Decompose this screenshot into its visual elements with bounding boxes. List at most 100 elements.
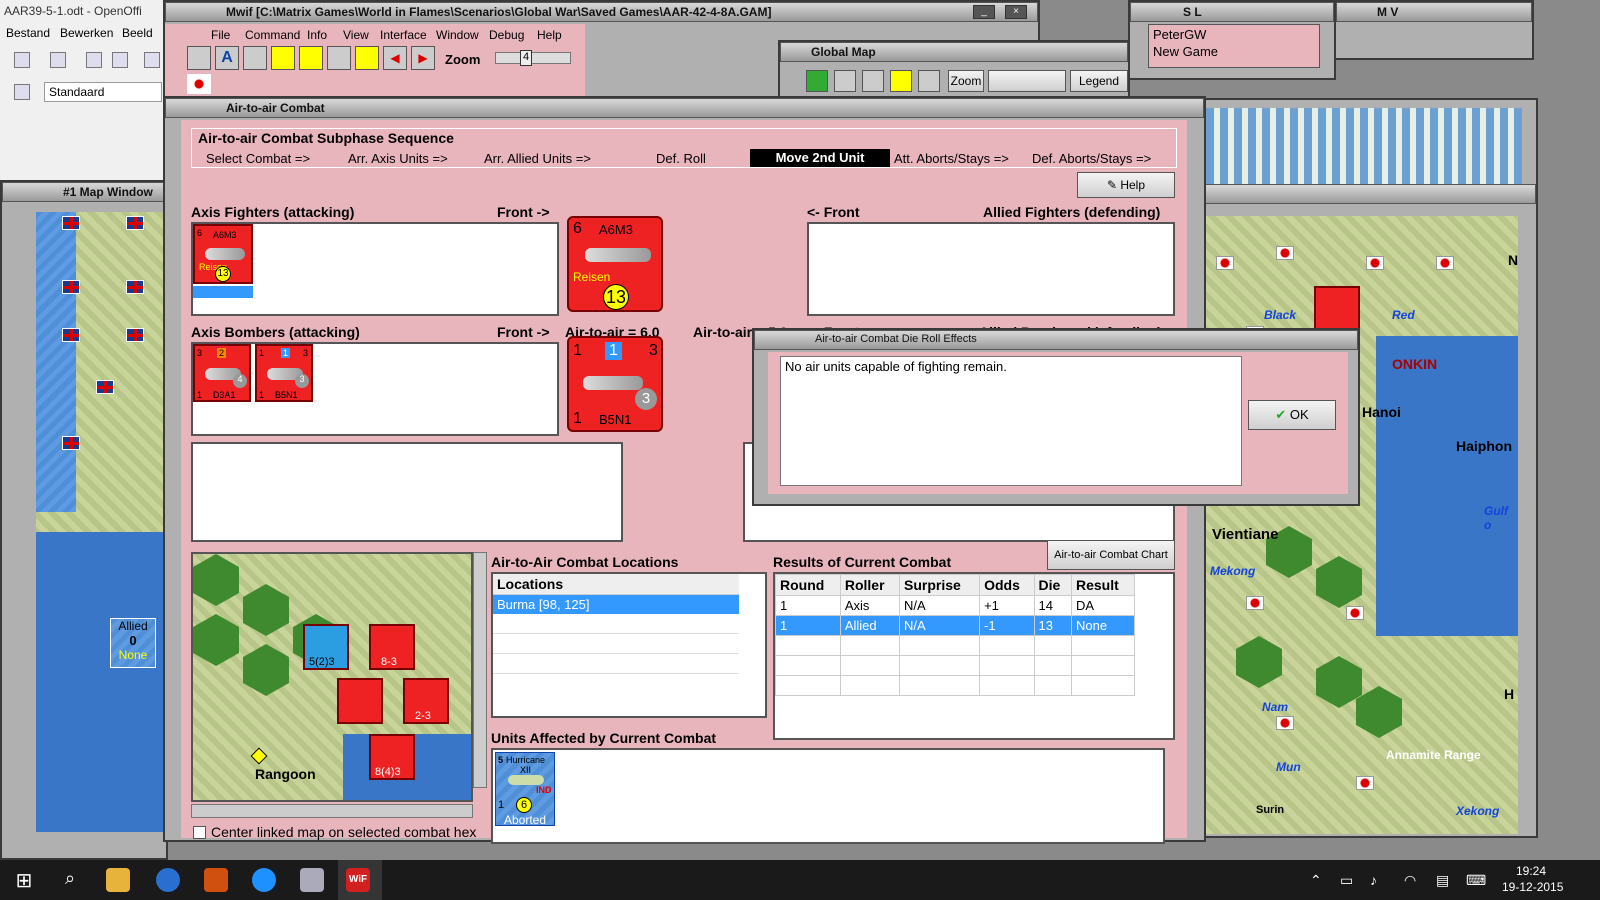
hex-icon[interactable] [243, 46, 267, 70]
clock-date[interactable]: 19-12-2015 [1502, 880, 1563, 894]
browser-icon[interactable] [156, 868, 180, 892]
unit-b5n1-small[interactable]: 1 1 3 3 1 B5N1 [255, 344, 313, 402]
allied-counter[interactable]: Allied 0 None [110, 618, 156, 668]
locations-list[interactable]: Locations Burma [98, 125] [491, 572, 767, 718]
flag-icon-2[interactable] [862, 70, 884, 92]
legend-button[interactable]: Legend [1070, 70, 1128, 92]
notification-icon[interactable]: ▤ [1436, 872, 1449, 889]
mini-map-vscroll[interactable] [473, 552, 487, 788]
results-table: Round Roller Surprise Odds Die Result 1 … [775, 574, 1136, 696]
windows-start-icon[interactable]: ⊞ [12, 868, 36, 892]
unit-a6m3-large[interactable]: 6 A6M3 Reisen 13 [567, 216, 663, 312]
star-icon[interactable] [327, 46, 351, 70]
combat-mini-map[interactable]: 5(2)3 8-3 2-3 8(4)3 Rangoon [191, 552, 473, 802]
location-row[interactable]: Burma [98, 125] [493, 595, 739, 614]
menu-beeld[interactable]: Beeld [122, 26, 153, 40]
unit-b5n1-large[interactable]: 1 1 3 3 1 B5N1 [567, 336, 663, 432]
zoom-slider[interactable]: 4 [495, 50, 571, 66]
tray-chevron-icon[interactable]: ⌃ [1310, 872, 1322, 889]
right-map[interactable]: Black Red ONKIN Hanoi Haiphon Gulf o Vie… [1206, 216, 1518, 834]
unit-range: 3 [295, 374, 309, 388]
battery-icon[interactable]: ▭ [1340, 872, 1353, 889]
search-icon[interactable]: ⌕ [58, 868, 82, 892]
fighter-selection-bar [193, 286, 253, 298]
keyboard-icon[interactable]: ⌨ [1466, 872, 1486, 889]
menu-view[interactable]: View [343, 28, 369, 42]
map-unit-japan-army[interactable]: 8(4)3 [369, 734, 415, 780]
file-explorer-icon[interactable] [106, 868, 130, 892]
unit-strength: 5(2)3 [309, 656, 335, 668]
menu-window[interactable]: Window [436, 28, 479, 42]
wifi-icon[interactable]: ◠ [1404, 872, 1416, 889]
menu-file[interactable]: File [211, 28, 230, 42]
menu-bestand[interactable]: Bestand [6, 26, 50, 40]
help-button[interactable]: ✎ Help [1077, 172, 1175, 198]
unit-strength: 8(4)3 [375, 766, 401, 778]
close-button[interactable]: × [1005, 5, 1027, 19]
menu-interface[interactable]: Interface [380, 28, 427, 42]
map-unit-a6m3[interactable] [337, 678, 383, 724]
axis-fighters-box[interactable]: 6 A6M3 Reisen 13 [191, 222, 559, 316]
axis-bombers-box[interactable]: 3 2 4 1 D3A1 1 1 3 3 1 B5N1 [191, 342, 559, 436]
unit-range: 13 [215, 266, 231, 282]
allied-fighters-box[interactable] [807, 222, 1175, 316]
menu-info[interactable]: Info [307, 28, 327, 42]
hex-jungle [1316, 556, 1362, 608]
combat-chart-button[interactable]: Air-to-air Combat Chart [1047, 540, 1175, 570]
help-icon: ✎ [1106, 178, 1121, 192]
menu-debug[interactable]: Debug [489, 28, 524, 42]
arrow-left-icon[interactable]: ◀ [383, 46, 407, 70]
label-h: H [1504, 686, 1515, 702]
ship-icon[interactable] [988, 70, 1066, 92]
left-map[interactable] [36, 212, 164, 832]
map-unit-hq[interactable]: 2-3 [403, 678, 449, 724]
clock-time[interactable]: 19:24 [1516, 864, 1546, 878]
affected-units-box[interactable]: 5 Hurricane XII IND 1 6 Aborted [491, 748, 1165, 844]
open-icon[interactable] [50, 52, 66, 68]
page-icon[interactable] [299, 46, 323, 70]
edit-icon[interactable] [144, 52, 160, 68]
plane-icon[interactable] [187, 46, 211, 70]
menu-help[interactable]: Help [537, 28, 562, 42]
unit-air-factor: 1 [281, 348, 291, 358]
new-doc-icon[interactable] [14, 52, 30, 68]
cell-result: None [1070, 615, 1136, 636]
styles-icon[interactable] [14, 84, 30, 100]
dialog-message[interactable]: No air units capable of fighting remain. [780, 356, 1242, 486]
map-window-1: #1 Map Window Allied 0 None [0, 180, 168, 860]
letter-a-icon[interactable]: A [215, 46, 239, 70]
arrow-right-icon[interactable]: ▶ [411, 46, 435, 70]
map-unit-allied-corps[interactable]: 5(2)3 [303, 624, 349, 670]
volume-icon[interactable]: ♪ [1370, 872, 1377, 888]
messaging-icon[interactable] [252, 868, 276, 892]
japan-flag-icon[interactable] [187, 74, 211, 94]
global-zoom-button[interactable]: Zoom [948, 70, 984, 92]
map-unit-corps[interactable] [1314, 286, 1360, 330]
global-map-thumbnail[interactable] [1206, 108, 1522, 184]
flag-icon[interactable] [355, 46, 379, 70]
minimize-button[interactable]: _ [973, 5, 995, 19]
game-app-icon[interactable] [204, 868, 228, 892]
unit-a6m3-small[interactable]: 6 A6M3 Reisen 13 [193, 224, 253, 284]
box-icon-2[interactable] [890, 70, 912, 92]
unit-d3a1[interactable]: 3 2 4 1 D3A1 [193, 344, 251, 402]
green-hex-icon[interactable] [806, 70, 828, 92]
center-map-checkbox[interactable] [193, 826, 206, 839]
map-unit-japan-inf[interactable]: 8-3 [369, 624, 415, 670]
mini-map-hscroll[interactable] [191, 804, 473, 818]
unit-hurricane[interactable]: 5 Hurricane XII IND 1 6 Aborted [495, 752, 555, 827]
box-icon[interactable] [271, 46, 295, 70]
menu-bewerken[interactable]: Bewerken [60, 26, 113, 40]
sun-icon[interactable] [834, 70, 856, 92]
paragraph-style-select[interactable]: Standaard [44, 82, 162, 102]
results-row-selected[interactable]: 1 Allied N/A -1 13 None [775, 615, 1136, 636]
axis-other-box[interactable] [191, 442, 623, 542]
results-row[interactable]: 1 Axis N/A +1 14 DA [775, 595, 1136, 616]
thermometer-icon[interactable] [918, 70, 940, 92]
label-red: Red [1392, 308, 1415, 322]
save-icon[interactable] [86, 52, 102, 68]
writer-icon[interactable] [300, 868, 324, 892]
email-icon[interactable] [112, 52, 128, 68]
menu-command[interactable]: Command [245, 28, 300, 42]
ok-button[interactable]: ✔ OK [1248, 400, 1336, 430]
